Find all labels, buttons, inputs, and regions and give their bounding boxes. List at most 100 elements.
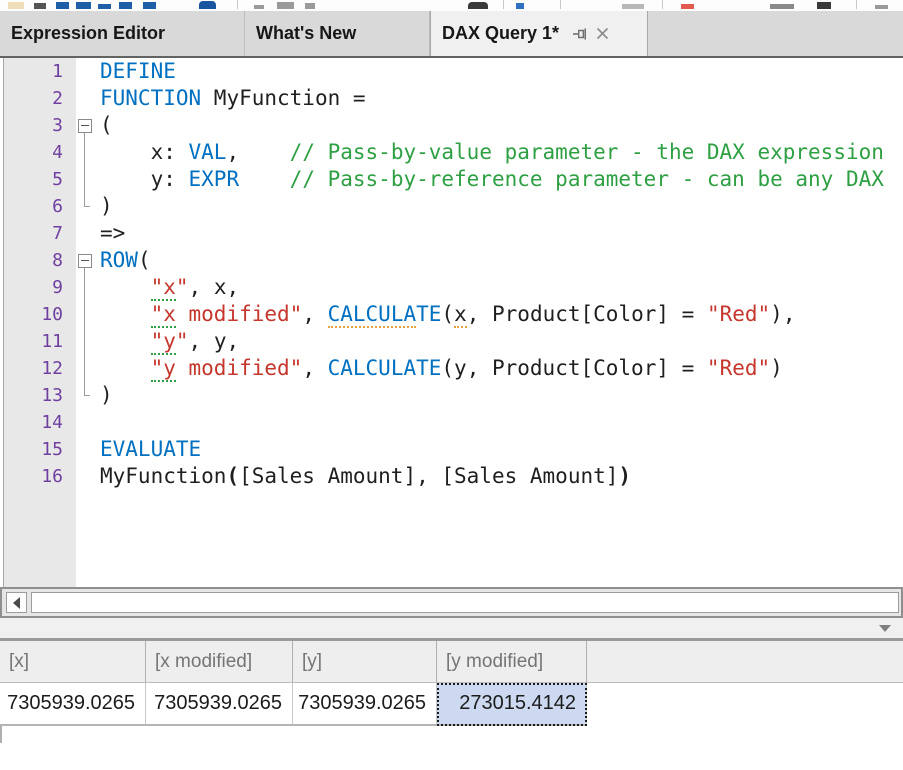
line-number: 11 bbox=[4, 328, 76, 355]
code-editor[interactable]: 12345678910111213141516 DEFINEFUNCTION M… bbox=[0, 58, 903, 587]
toolbar-icon-11[interactable] bbox=[305, 3, 315, 9]
line-number: 8 bbox=[4, 247, 76, 274]
fold-margin-cell bbox=[76, 301, 99, 328]
code-line-13[interactable]: ) bbox=[100, 382, 903, 409]
fold-margin-cell bbox=[76, 193, 99, 220]
toolbar-separator-3 bbox=[560, 0, 561, 9]
toolbar-icon-13[interactable] bbox=[516, 3, 524, 9]
line-number: 7 bbox=[4, 220, 76, 247]
fold-margin-cell bbox=[76, 58, 99, 85]
tab-dax-query-1[interactable]: DAX Query 1* bbox=[430, 11, 648, 56]
tab-label: DAX Query 1* bbox=[442, 11, 559, 56]
toolbar-icon-16[interactable] bbox=[770, 4, 794, 9]
fold-margin-cell bbox=[76, 382, 99, 409]
code-line-6[interactable]: ) bbox=[100, 193, 903, 220]
row-filler bbox=[587, 683, 903, 726]
column-header-x[interactable]: [x] bbox=[0, 641, 146, 682]
toolbar-icon-14[interactable] bbox=[622, 4, 644, 9]
toolbar-icon-7[interactable] bbox=[143, 2, 156, 9]
scrollbar-thumb[interactable] bbox=[31, 592, 899, 613]
code-line-16[interactable]: MyFunction([Sales Amount], [Sales Amount… bbox=[100, 463, 903, 490]
result-cell-0[interactable]: 7305939.0265 bbox=[0, 683, 146, 726]
code-line-10[interactable]: "x modified", CALCULATE(x, Product[Color… bbox=[100, 301, 903, 328]
code-line-8[interactable]: ROW( bbox=[100, 247, 903, 274]
toolbar-icon-15[interactable] bbox=[681, 4, 694, 9]
code-line-4[interactable]: x: VAL, // Pass-by-value parameter - the… bbox=[100, 139, 903, 166]
toolbar-icon-2[interactable] bbox=[34, 3, 46, 9]
code-line-11[interactable]: "y", y, bbox=[100, 328, 903, 355]
toolbar-icon-4[interactable] bbox=[76, 2, 91, 9]
tab-bar: Expression Editor What's New DAX Query 1… bbox=[0, 11, 903, 58]
scroll-left-button[interactable] bbox=[6, 592, 27, 613]
results-data-row: 7305939.02657305939.02657305939.02652730… bbox=[0, 683, 903, 726]
result-cell-2[interactable]: 7305939.0265 bbox=[293, 683, 437, 726]
fold-margin[interactable] bbox=[76, 58, 99, 587]
toolbar-separator-4 bbox=[662, 0, 663, 9]
tab-whats-new[interactable]: What's New bbox=[245, 11, 430, 56]
line-number: 13 bbox=[4, 382, 76, 409]
dax-studio-window: Expression Editor What's New DAX Query 1… bbox=[0, 0, 903, 770]
toolbar-icon-18[interactable] bbox=[875, 5, 888, 9]
code-line-14[interactable] bbox=[100, 409, 903, 436]
toolbar-icon-3[interactable] bbox=[56, 2, 69, 9]
line-number: 4 bbox=[4, 139, 76, 166]
pin-icon[interactable] bbox=[572, 26, 589, 42]
tab-expression-editor[interactable]: Expression Editor bbox=[0, 11, 245, 56]
fold-minus-icon[interactable] bbox=[78, 119, 92, 133]
chevron-down-icon[interactable] bbox=[879, 625, 891, 632]
code-line-5[interactable]: y: EXPR // Pass-by-reference parameter -… bbox=[100, 166, 903, 193]
toolbar-icon-6[interactable] bbox=[119, 2, 132, 9]
line-number: 9 bbox=[4, 274, 76, 301]
line-number: 14 bbox=[4, 409, 76, 436]
code-line-12[interactable]: "y modified", CALCULATE(y, Product[Color… bbox=[100, 355, 903, 382]
fold-minus-icon[interactable] bbox=[78, 254, 92, 268]
line-number: 16 bbox=[4, 463, 76, 490]
column-header-ymodified[interactable]: [y modified] bbox=[437, 641, 587, 682]
line-number: 5 bbox=[4, 166, 76, 193]
column-header-y[interactable]: [y] bbox=[293, 641, 437, 682]
line-number-gutter: 12345678910111213141516 bbox=[4, 58, 76, 587]
code-line-2[interactable]: FUNCTION MyFunction = bbox=[100, 85, 903, 112]
fold-margin-cell bbox=[76, 139, 99, 166]
toolbar-icon-8[interactable] bbox=[199, 1, 216, 9]
code-line-9[interactable]: "x", x, bbox=[100, 274, 903, 301]
code-line-1[interactable]: DEFINE bbox=[100, 58, 903, 85]
horizontal-scrollbar[interactable] bbox=[0, 587, 903, 618]
toolbar bbox=[0, 0, 903, 11]
result-cell-3-selected[interactable]: 273015.4142 bbox=[437, 683, 587, 726]
line-number: 6 bbox=[4, 193, 76, 220]
toolbar-icon-5[interactable] bbox=[98, 4, 111, 9]
toolbar-icon-1[interactable] bbox=[8, 2, 24, 9]
fold-margin-cell bbox=[76, 328, 99, 355]
tab-label: What's New bbox=[256, 11, 356, 56]
column-header-xmodified[interactable]: [x modified] bbox=[146, 641, 293, 682]
fold-collapse-box[interactable] bbox=[76, 247, 99, 274]
fold-margin-cell bbox=[76, 274, 99, 301]
line-number: 2 bbox=[4, 85, 76, 112]
code-area[interactable]: DEFINEFUNCTION MyFunction =( x: VAL, // … bbox=[100, 58, 903, 587]
toolbar-icon-12[interactable] bbox=[468, 2, 488, 9]
code-line-3[interactable]: ( bbox=[100, 112, 903, 139]
close-icon[interactable] bbox=[595, 26, 610, 41]
code-line-7[interactable]: => bbox=[100, 220, 903, 247]
code-line-15[interactable]: EVALUATE bbox=[100, 436, 903, 463]
left-arrow-icon bbox=[13, 597, 20, 609]
toolbar-icon-9[interactable] bbox=[254, 5, 264, 9]
fold-collapse-box[interactable] bbox=[76, 112, 99, 139]
results-grid: [x][x modified][y][y modified] 7305939.0… bbox=[0, 638, 903, 726]
gutter-border bbox=[3, 58, 4, 587]
toolbar-icon-10[interactable] bbox=[277, 2, 294, 9]
results-header-row: [x][x modified][y][y modified] bbox=[0, 641, 903, 683]
fold-margin-cell bbox=[76, 220, 99, 247]
toolbar-separator-5 bbox=[856, 0, 857, 9]
result-cell-1[interactable]: 7305939.0265 bbox=[146, 683, 293, 726]
toolbar-separator-2 bbox=[503, 0, 504, 9]
toolbar-icon-17[interactable] bbox=[817, 2, 831, 9]
fold-margin-cell bbox=[76, 85, 99, 112]
line-number: 3 bbox=[4, 112, 76, 139]
line-number: 15 bbox=[4, 436, 76, 463]
results-splitter[interactable] bbox=[0, 618, 903, 638]
fold-margin-cell bbox=[76, 463, 99, 490]
line-number: 12 bbox=[4, 355, 76, 382]
fold-margin-cell bbox=[76, 409, 99, 436]
